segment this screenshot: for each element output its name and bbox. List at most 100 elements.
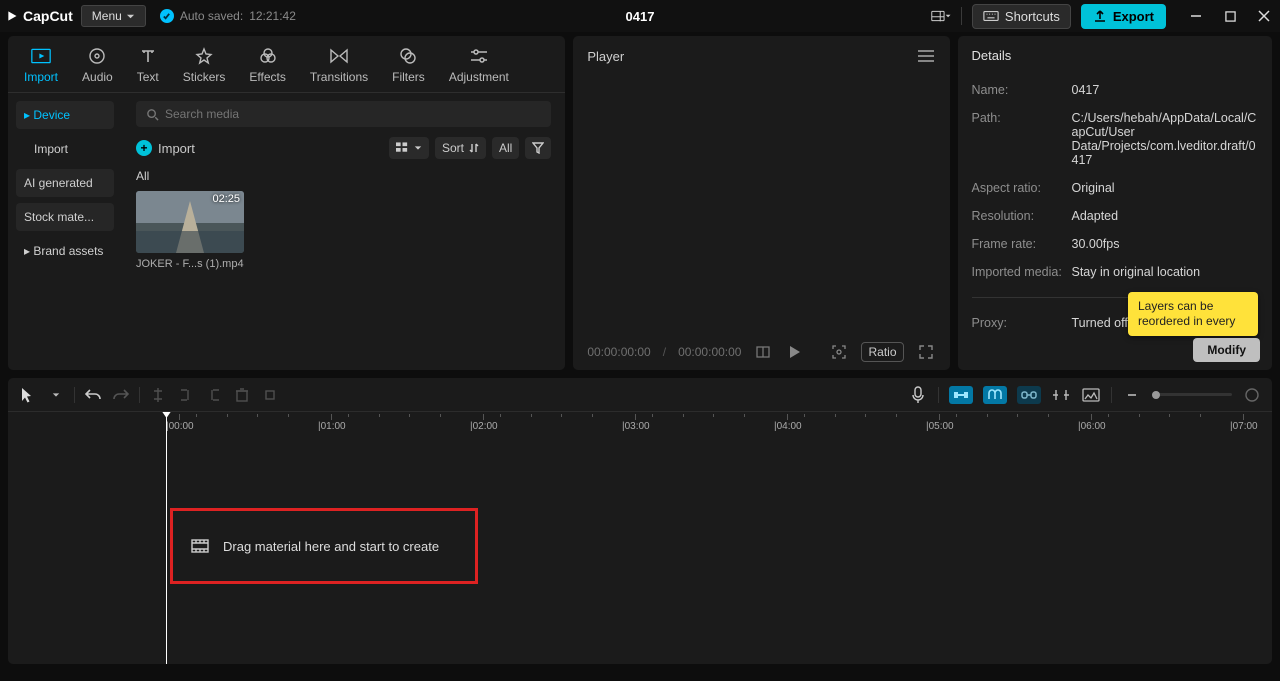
media-source-sidebar: ▸ Device Import AI generated Stock mate.… <box>8 93 122 370</box>
tab-stickers[interactable]: Stickers <box>171 42 238 92</box>
sidebar-item-stock-material[interactable]: Stock mate... <box>16 203 114 231</box>
chevron-down-icon <box>945 12 951 20</box>
sidebar-item-import[interactable]: Import <box>16 135 114 163</box>
window-minimize-button[interactable] <box>1186 6 1206 26</box>
tab-transitions[interactable]: Transitions <box>298 42 380 92</box>
timeline-tracks[interactable]: |00:00|01:00|02:00|03:00|04:00|05:00|06:… <box>8 412 1272 664</box>
sidebar-item-brand-assets[interactable]: ▸ Brand assets <box>16 237 114 265</box>
ruler-tick: |04:00 <box>774 414 802 432</box>
import-media-label: Import <box>158 141 195 156</box>
title-bar: CapCut Menu Auto saved: 12:21:42 0417 Sh… <box>0 0 1280 32</box>
plus-icon: + <box>136 140 152 156</box>
player-focus-button[interactable] <box>829 342 849 362</box>
player-menu-button[interactable] <box>916 46 936 66</box>
selection-tool-dropdown[interactable] <box>46 385 66 405</box>
keyboard-icon <box>983 10 999 22</box>
ruler-tick: |01:00 <box>318 414 346 432</box>
player-time-current: 00:00:00:00 <box>587 345 650 359</box>
filter-funnel-button[interactable] <box>525 137 551 159</box>
detail-framerate: 30.00fps <box>1072 237 1259 251</box>
sort-icon <box>469 143 479 153</box>
tab-audio[interactable]: Audio <box>70 42 125 92</box>
shortcuts-label: Shortcuts <box>1005 9 1060 24</box>
media-clip[interactable]: 02:25 JOKER - F...s (1).mp4 <box>136 191 244 270</box>
player-time-total: 00:00:00:00 <box>678 345 741 359</box>
detail-resolution: Adapted <box>1072 209 1259 223</box>
crop-button <box>260 385 280 405</box>
media-category-tabs: Import Audio Text Stickers Effects Trans… <box>8 36 565 93</box>
app-logo: CapCut <box>6 8 73 24</box>
tab-filters[interactable]: Filters <box>380 42 437 92</box>
autosave-time: 12:21:42 <box>249 9 296 23</box>
project-title: 0417 <box>626 9 655 24</box>
layout-button[interactable] <box>931 6 951 26</box>
chevron-down-icon <box>414 144 422 152</box>
export-button[interactable]: Export <box>1081 4 1166 29</box>
player-viewport[interactable] <box>573 76 949 334</box>
ruler-tick: |06:00 <box>1078 414 1106 432</box>
clip-name: JOKER - F...s (1).mp4 <box>136 258 244 270</box>
split-button <box>148 385 168 405</box>
check-circle-icon <box>160 9 174 23</box>
zoom-in-button[interactable] <box>1242 385 1262 405</box>
timeline-dropzone[interactable]: Drag material here and start to create <box>170 508 478 584</box>
dropzone-hint: Drag material here and start to create <box>223 539 439 554</box>
selection-tool[interactable] <box>18 385 38 405</box>
delete-right-button <box>204 385 224 405</box>
import-media-button[interactable]: + Import <box>136 140 195 156</box>
modify-button[interactable]: Modify <box>1193 338 1260 362</box>
player-title: Player <box>587 49 624 64</box>
main-menu-button[interactable]: Menu <box>81 5 146 27</box>
filter-all-button[interactable]: All <box>492 137 519 159</box>
detail-name: 0417 <box>1072 83 1259 97</box>
detail-path: C:/Users/hebah/AppData/Local/CapCut/User… <box>1072 111 1259 167</box>
zoom-out-button[interactable] <box>1122 385 1142 405</box>
redo-button[interactable] <box>111 385 131 405</box>
clip-duration: 02:25 <box>212 193 240 205</box>
cover-button[interactable] <box>1081 385 1101 405</box>
window-maximize-button[interactable] <box>1220 6 1240 26</box>
autosave-prefix: Auto saved: <box>180 9 243 23</box>
tab-effects[interactable]: Effects <box>237 42 297 92</box>
main-track-magnet[interactable] <box>949 386 973 404</box>
view-mode-button[interactable] <box>389 137 429 159</box>
import-icon <box>31 46 51 66</box>
player-ratio-button[interactable]: Ratio <box>861 342 903 362</box>
timeline-zoom-slider[interactable] <box>1152 393 1232 396</box>
text-icon <box>138 46 158 66</box>
sticker-icon <box>194 46 214 66</box>
timeline-ruler[interactable]: |00:00|01:00|02:00|03:00|04:00|05:00|06:… <box>166 412 1272 432</box>
tab-text[interactable]: Text <box>125 42 171 92</box>
export-icon <box>1093 9 1107 23</box>
auto-snap[interactable] <box>983 386 1007 404</box>
sidebar-item-device[interactable]: ▸ Device <box>16 101 114 129</box>
tab-adjustment[interactable]: Adjustment <box>437 42 521 92</box>
sidebar-item-ai-generated[interactable]: AI generated <box>16 169 114 197</box>
timeline-toolbar <box>8 378 1272 412</box>
undo-button[interactable] <box>83 385 103 405</box>
window-close-button[interactable] <box>1254 6 1274 26</box>
ruler-tick: |02:00 <box>470 414 498 432</box>
player-compare-button[interactable] <box>753 342 773 362</box>
details-panel: Details Name:0417 Path:C:/Users/hebah/Ap… <box>958 36 1273 370</box>
media-search[interactable] <box>136 101 551 127</box>
search-input[interactable] <box>165 107 541 121</box>
player-fullscreen-button[interactable] <box>916 342 936 362</box>
sort-button[interactable]: Sort <box>435 137 486 159</box>
player-play-button[interactable] <box>785 342 805 362</box>
preview-axis-button[interactable] <box>1051 385 1071 405</box>
playhead[interactable] <box>166 412 167 664</box>
clip-thumbnail: 02:25 <box>136 191 244 253</box>
delete-left-button <box>176 385 196 405</box>
export-label: Export <box>1113 9 1154 24</box>
linkage-toggle[interactable] <box>1017 386 1041 404</box>
audio-icon <box>87 46 107 66</box>
ruler-tick: |07:00 <box>1230 414 1258 432</box>
effects-icon <box>258 46 278 66</box>
details-title: Details <box>958 36 1273 75</box>
record-voiceover-button[interactable] <box>908 385 928 405</box>
tab-import[interactable]: Import <box>12 42 70 92</box>
chevron-down-icon <box>126 12 135 21</box>
grid-icon <box>396 142 409 154</box>
shortcuts-button[interactable]: Shortcuts <box>972 4 1071 29</box>
